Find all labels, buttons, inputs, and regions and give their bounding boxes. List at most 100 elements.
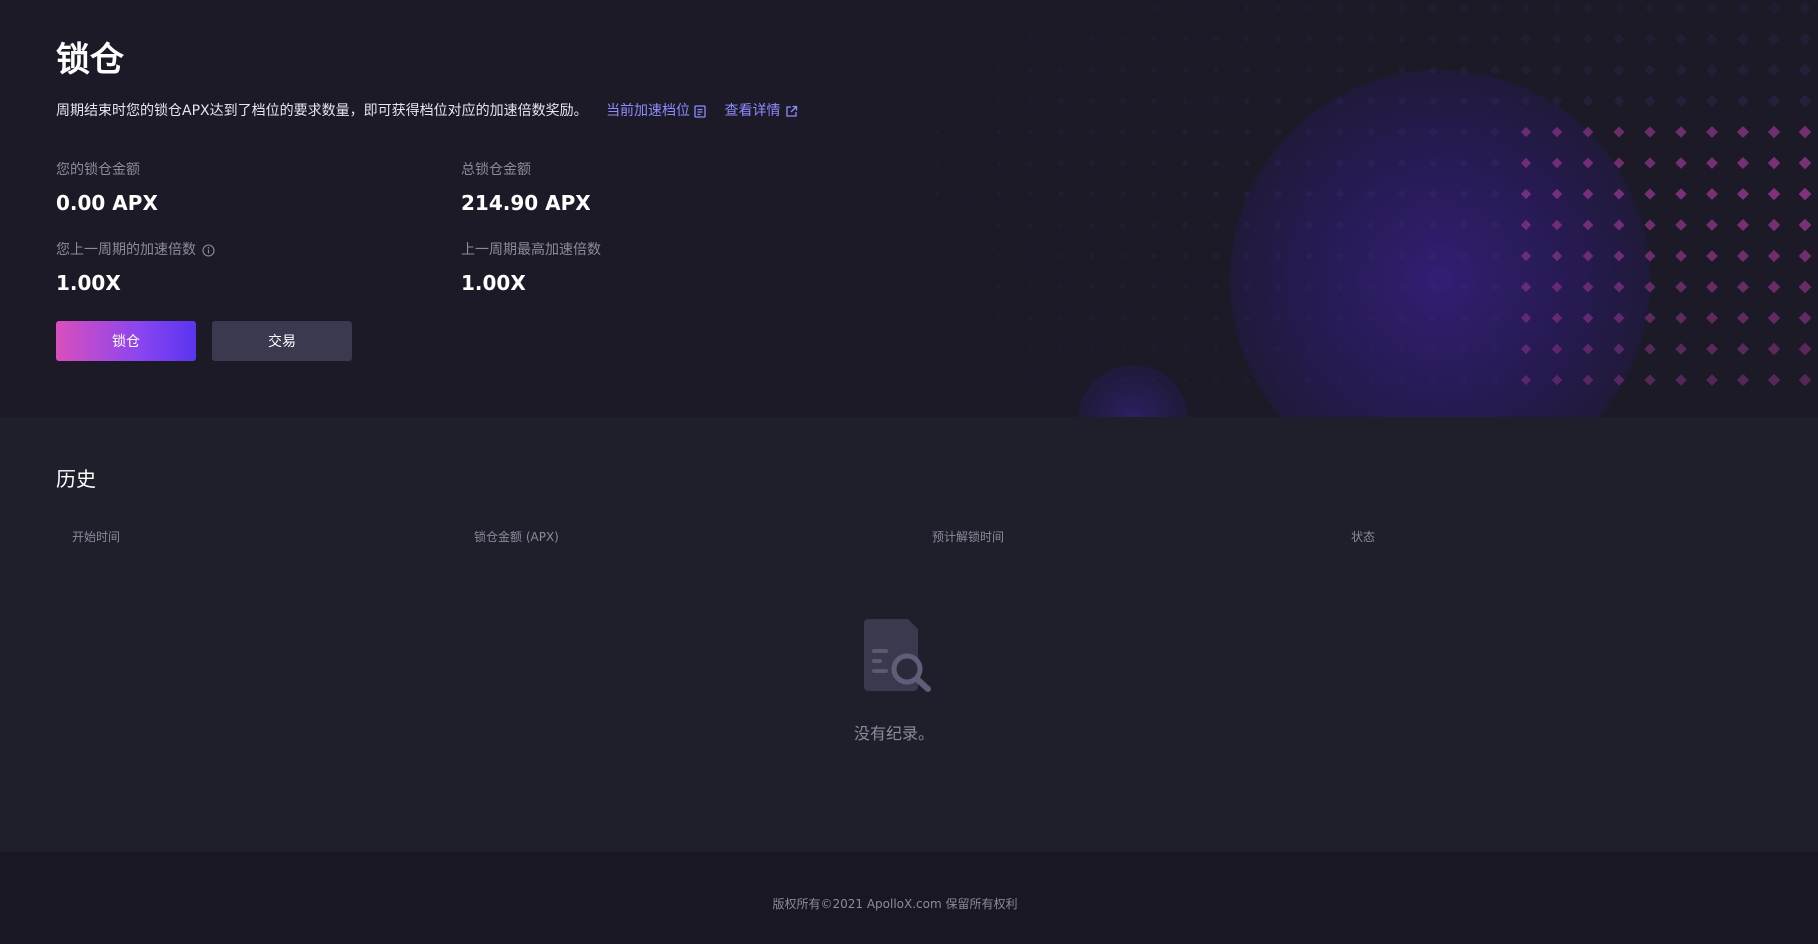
decorative-dot — [1243, 376, 1251, 384]
decorative-dot — [1675, 64, 1687, 76]
decorative-dot — [1644, 157, 1656, 169]
decorative-dot — [1212, 283, 1220, 291]
decorative-dot — [1243, 35, 1251, 43]
history-title: 历史 — [56, 467, 96, 491]
decorative-dot — [1397, 34, 1407, 44]
decorative-dot — [1366, 34, 1376, 44]
decorative-dot — [1644, 343, 1656, 355]
decorative-dot — [1613, 126, 1625, 138]
decorative-dot — [965, 67, 971, 73]
decorative-dot — [1058, 160, 1064, 166]
decorative-dot — [1736, 63, 1750, 77]
decorative-dot — [1150, 66, 1158, 74]
decorative-dot — [1675, 374, 1687, 386]
decorative-dot — [996, 98, 1002, 104]
decorative-dot — [1304, 96, 1314, 106]
decorative-dot — [996, 160, 1002, 166]
decorative-dot — [1212, 35, 1220, 43]
decorative-dot — [1181, 159, 1189, 167]
lock-button[interactable]: 锁仓 — [56, 321, 196, 361]
decorative-dot — [1767, 63, 1781, 77]
decorative-dot — [1706, 374, 1718, 386]
decorative-dot — [1798, 280, 1812, 294]
decorative-dot — [1582, 64, 1594, 76]
decorative-dot — [1088, 345, 1096, 353]
decorative-dot — [1088, 283, 1096, 291]
decorative-dot — [1027, 129, 1033, 135]
decorative-dot — [1088, 128, 1096, 136]
decorative-dot — [1736, 342, 1750, 356]
trade-button[interactable]: 交易 — [212, 321, 352, 361]
decorative-dot — [1798, 342, 1812, 356]
decorative-dot — [996, 377, 1002, 383]
decorative-dot — [1212, 4, 1220, 12]
decorative-dot — [996, 315, 1002, 321]
decorative-dot — [1274, 35, 1282, 43]
my-last-multiplier-label: 您上一周期的加速倍数 — [56, 242, 196, 258]
decorative-dot — [1706, 2, 1718, 14]
decorative-dot — [1212, 97, 1220, 105]
copyright-text: 版权所有©2021 ApolloX.com 保留所有权利 — [772, 897, 1018, 911]
info-icon[interactable] — [202, 243, 215, 257]
decorative-dot — [1243, 66, 1251, 74]
decorative-dot — [1428, 34, 1438, 44]
decorative-dot — [996, 129, 1002, 135]
decorative-dot — [1798, 218, 1812, 232]
decorative-dot — [1335, 3, 1345, 13]
column-status: 状态 — [1351, 530, 1376, 544]
lock-overview: 锁仓 周期结束时您的锁仓APX达到了档位的要求数量，即可获得档位对应的加速倍数奖… — [56, 0, 956, 417]
decorative-dot — [1706, 126, 1718, 138]
decorative-dot — [1058, 98, 1064, 104]
decorative-dot — [1088, 159, 1096, 167]
decorative-dot — [1027, 346, 1033, 352]
decorative-dot — [1181, 128, 1189, 136]
search-document-icon — [864, 619, 931, 692]
decorative-dot — [1058, 5, 1064, 11]
decorative-dot — [1274, 66, 1282, 74]
decorative-dot — [1150, 345, 1158, 353]
decorative-dot — [996, 67, 1002, 73]
decorative-dot — [1767, 249, 1781, 263]
decorative-dot — [996, 346, 1002, 352]
decorative-dot — [1736, 94, 1750, 108]
decorative-dot — [1027, 222, 1033, 228]
decorative-dot — [1459, 3, 1469, 13]
decorative-dot — [1428, 3, 1438, 13]
decorative-dot — [1551, 64, 1563, 76]
my-last-multiplier: 您上一周期的加速倍数 1.00X — [56, 240, 215, 297]
decorative-dot — [1798, 187, 1812, 201]
decorative-dot — [996, 191, 1002, 197]
decorative-dot — [1675, 95, 1687, 107]
hero-section: 锁仓 周期结束时您的锁仓APX达到了档位的要求数量，即可获得档位对应的加速倍数奖… — [0, 0, 1818, 417]
decorative-dot — [965, 160, 971, 166]
decorative-dot — [1736, 218, 1750, 232]
decorative-dot — [1181, 190, 1189, 198]
decorative-dot — [1027, 67, 1033, 73]
decorative-dot — [1058, 377, 1064, 383]
decorative-dot — [1181, 221, 1189, 229]
decorative-dot — [965, 191, 971, 197]
decorative-dot — [1243, 97, 1251, 105]
total-locked-value: 214.90 APX — [461, 191, 591, 215]
decorative-dot — [1613, 64, 1625, 76]
decorative-dot — [996, 284, 1002, 290]
decorative-dot — [1088, 4, 1096, 12]
decorative-dot — [965, 98, 971, 104]
decorative-dot — [1058, 315, 1064, 321]
my-locked-value: 0.00 APX — [56, 191, 158, 215]
decorative-dot — [1736, 125, 1750, 139]
my-last-multiplier-value: 1.00X — [56, 271, 121, 295]
decorative-dot — [1150, 190, 1158, 198]
column-start-time: 开始时间 — [72, 530, 121, 544]
decorative-dot — [1706, 281, 1718, 293]
decorative-dot — [1119, 190, 1127, 198]
external-link-icon — [785, 105, 797, 117]
decorative-dot — [1304, 65, 1314, 75]
view-details-link[interactable]: 查看详情 — [725, 100, 798, 122]
decorative-dot — [1798, 249, 1812, 263]
decorative-dot — [1767, 187, 1781, 201]
decorative-dot — [965, 346, 971, 352]
current-tiers-link[interactable]: 当前加速档位 — [606, 100, 706, 122]
decorative-dot — [1119, 345, 1127, 353]
decorative-dot — [996, 5, 1002, 11]
